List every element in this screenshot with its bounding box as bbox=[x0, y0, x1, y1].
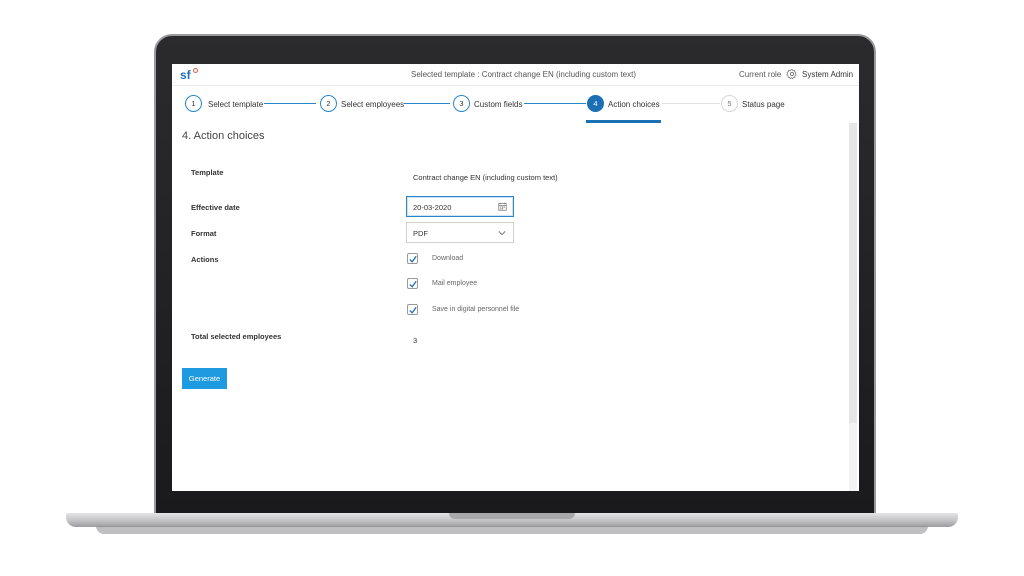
step-1-label[interactable]: Select template bbox=[208, 100, 263, 109]
step-3-circle[interactable]: 3 bbox=[453, 95, 470, 112]
app-header: sf Selected template : Contract change E… bbox=[172, 64, 859, 86]
format-select[interactable]: PDF bbox=[406, 222, 514, 243]
save-personnel-file-checkbox[interactable] bbox=[407, 304, 418, 315]
step-connector bbox=[264, 103, 316, 104]
checkmark-icon bbox=[409, 255, 417, 263]
laptop-shadow bbox=[96, 526, 928, 534]
save-personnel-file-option-label[interactable]: Save in digital personnel file bbox=[432, 306, 519, 313]
calendar-icon[interactable] bbox=[498, 202, 507, 211]
vertical-scrollbar[interactable] bbox=[849, 123, 857, 491]
download-option-label[interactable]: Download bbox=[432, 255, 463, 262]
active-step-indicator bbox=[586, 120, 661, 123]
checkmark-icon bbox=[409, 280, 417, 288]
format-value: PDF bbox=[413, 229, 428, 238]
template-value: Contract change EN (including custom tex… bbox=[413, 173, 558, 182]
logo-dot-icon bbox=[193, 68, 198, 73]
app-logo[interactable]: sf bbox=[180, 68, 191, 82]
total-employees-value: 3 bbox=[413, 336, 418, 345]
app-screen: sf Selected template : Contract change E… bbox=[172, 64, 859, 491]
step-2-circle[interactable]: 2 bbox=[320, 95, 337, 112]
current-role-label: Current role bbox=[739, 70, 782, 79]
generate-button[interactable]: Generate bbox=[182, 368, 227, 389]
page-title: 4. Action choices bbox=[182, 130, 265, 142]
step-5-label[interactable]: Status page bbox=[742, 100, 785, 109]
step-4-circle[interactable]: 4 bbox=[587, 95, 604, 112]
actions-label: Actions bbox=[191, 255, 219, 264]
mail-employee-option-label[interactable]: Mail employee bbox=[432, 280, 477, 287]
total-employees-label: Total selected employees bbox=[191, 332, 282, 341]
effective-date-label: Effective date bbox=[191, 203, 240, 212]
effective-date-value: 20-03-2020 bbox=[413, 203, 452, 212]
laptop-notch bbox=[449, 513, 575, 519]
selected-template-text: Selected template : Contract change EN (… bbox=[411, 70, 636, 79]
step-5-circle[interactable]: 5 bbox=[721, 95, 738, 112]
effective-date-input[interactable]: 20-03-2020 bbox=[406, 196, 514, 217]
step-connector bbox=[404, 103, 450, 104]
step-connector bbox=[662, 103, 720, 104]
format-label: Format bbox=[191, 229, 217, 238]
step-1-circle[interactable]: 1 bbox=[185, 95, 202, 112]
step-connector bbox=[524, 103, 586, 104]
step-4-label[interactable]: Action choices bbox=[608, 100, 660, 109]
scrollbar-thumb[interactable] bbox=[849, 123, 857, 423]
checkmark-icon bbox=[409, 306, 417, 314]
step-3-label[interactable]: Custom fields bbox=[474, 100, 522, 109]
mail-employee-checkbox[interactable] bbox=[407, 278, 418, 289]
gear-icon[interactable] bbox=[786, 68, 798, 80]
chevron-down-icon bbox=[498, 231, 506, 236]
wizard-stepper: 1 Select template 2 Select employees 3 C… bbox=[172, 86, 859, 123]
download-checkbox[interactable] bbox=[407, 253, 418, 264]
template-label: Template bbox=[191, 168, 224, 177]
step-2-label[interactable]: Select employees bbox=[341, 100, 404, 109]
user-role-menu[interactable]: System Admin bbox=[802, 70, 853, 79]
